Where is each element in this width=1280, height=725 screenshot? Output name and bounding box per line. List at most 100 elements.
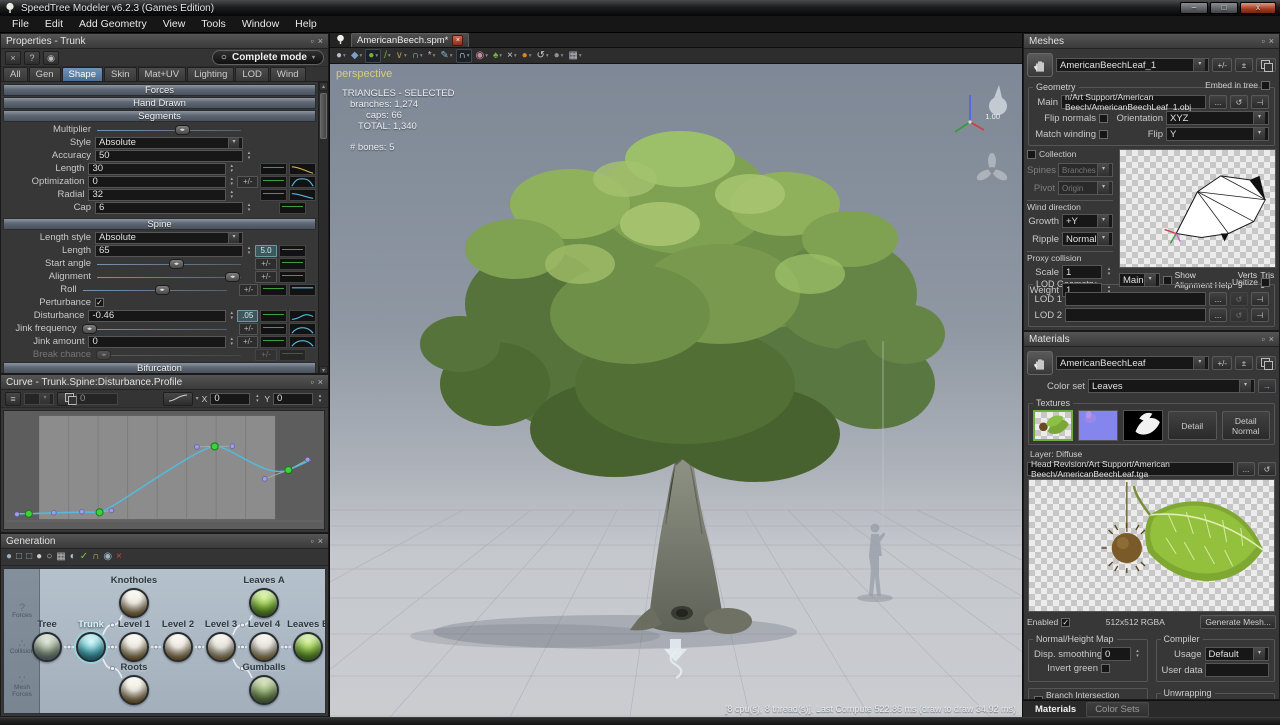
curve-preset-dropdown[interactable]: ▾ (24, 393, 54, 405)
curve-panel-titlebar[interactable]: Curve - Trunk.Spine:Disturbance.Profile … (1, 375, 328, 390)
tab-close-icon[interactable]: × (452, 35, 463, 46)
curve-menu-icon[interactable]: ≡ (5, 392, 21, 406)
apply-color-set-icon[interactable]: → (1258, 379, 1276, 393)
dice-icon[interactable]: ▦ (56, 550, 65, 564)
flip-dropdown[interactable]: Y▾ (1166, 127, 1269, 141)
scrollbar-thumb[interactable] (320, 93, 327, 139)
normal-texture-thumb[interactable] (1078, 410, 1118, 441)
variance-button[interactable]: +/- (255, 258, 277, 270)
profile-thumb[interactable] (279, 245, 306, 257)
spinner[interactable]: ▴▾ (228, 177, 235, 187)
draw-tool-icon[interactable]: ✎▾ (438, 49, 454, 63)
wand-icon[interactable]: ◐ (70, 550, 76, 564)
gen-node-level-4[interactable] (249, 632, 279, 662)
float-icon[interactable]: ▫ (311, 377, 314, 387)
usage-dropdown[interactable]: Default▾ (1205, 647, 1270, 661)
scroll-down-icon[interactable]: ▾ (319, 366, 328, 374)
cap-field[interactable]: 6 (95, 202, 243, 214)
spinner[interactable]: ▴▾ (245, 151, 253, 161)
curve-thumb[interactable] (289, 163, 316, 175)
gen-node-level-2[interactable] (163, 632, 193, 662)
viewport-canvas[interactable]: perspective TRIANGLES - SELECTED branche… (330, 64, 1022, 717)
sphere-icon[interactable]: ● (36, 550, 42, 564)
texture-path-field[interactable]: Head Revision/Art Support/American Beech… (1027, 462, 1234, 476)
multiplier-slider[interactable]: ◂▸ (95, 124, 243, 136)
fruit-tool-icon[interactable]: ●▾ (520, 49, 534, 63)
profile-thumb[interactable] (260, 284, 287, 296)
pivot-dropdown[interactable]: Origin▾ (1058, 181, 1113, 195)
new-node-icon[interactable]: ● (6, 550, 12, 564)
slider-handle-icon[interactable]: ◂▸ (175, 125, 190, 135)
maximize-button[interactable]: □ (1210, 2, 1238, 14)
section-spine[interactable]: Spine (3, 218, 316, 230)
spinner[interactable]: ▴▾ (228, 164, 235, 174)
browse-button[interactable]: ... (1237, 462, 1255, 476)
curve-y-field[interactable]: 0 (273, 393, 313, 405)
generate-mesh-button[interactable]: Generate Mesh... (1200, 615, 1276, 629)
gen-node-level-1[interactable] (119, 632, 149, 662)
collection-checkbox[interactable] (1027, 150, 1036, 159)
hierarchy-icon[interactable]: ◆▾ (349, 49, 364, 63)
variance-button[interactable]: +/- (255, 271, 277, 283)
perturbance-checkbox[interactable]: ✓ (95, 298, 104, 307)
menu-help[interactable]: Help (287, 17, 325, 31)
close-icon[interactable]: × (1269, 36, 1274, 46)
paint-tool-icon[interactable]: ◉▾ (473, 49, 490, 63)
menu-file[interactable]: File (4, 17, 37, 31)
lasso-select-icon[interactable]: □ (26, 550, 32, 564)
slider-handle-icon[interactable]: ◂▸ (82, 324, 97, 334)
connect-icon[interactable]: ⊣ (1251, 95, 1269, 109)
refresh-icon[interactable]: ↺ (1230, 292, 1248, 306)
accuracy-field[interactable]: 50 (95, 150, 243, 162)
close-icon[interactable]: × (318, 377, 323, 387)
gen-node-knotholes[interactable] (119, 588, 149, 618)
forces-item[interactable]: ?Forces (4, 605, 40, 619)
slider-handle-icon[interactable]: ◂▸ (169, 259, 184, 269)
gen-node-level-3[interactable] (206, 632, 236, 662)
refresh-icon[interactable]: ↺ (1230, 95, 1248, 109)
add-material-button[interactable]: ± (1235, 356, 1253, 370)
tab-gen[interactable]: Gen (29, 67, 61, 81)
detail-button[interactable]: Detail (1168, 411, 1217, 440)
eye-icon[interactable]: ◉ (43, 51, 59, 65)
tab-all[interactable]: All (3, 67, 28, 81)
tab-materials[interactable]: Materials (1027, 703, 1084, 716)
cap-tool-icon[interactable]: ∩▾ (410, 49, 425, 63)
tab-matuv[interactable]: Mat+UV (138, 67, 187, 81)
float-icon[interactable]: ▫ (1262, 334, 1265, 344)
start-angle-slider[interactable]: ◂▸ (95, 258, 243, 270)
curve-point[interactable] (211, 443, 218, 450)
gen-node-leaves-b[interactable] (293, 632, 323, 662)
curve-handle[interactable] (305, 457, 310, 462)
proxy-scale-field[interactable]: 1 (1062, 265, 1102, 279)
break-chance-slider[interactable]: ◂▸ (95, 349, 243, 361)
spinner[interactable]: ▴▾ (228, 337, 235, 347)
curve-thumb[interactable] (289, 284, 316, 296)
diffuse-texture-thumb[interactable] (1033, 410, 1073, 441)
variance-button[interactable]: +/- (239, 284, 258, 296)
drag-handle-button[interactable] (1027, 351, 1053, 375)
profile-thumb[interactable] (279, 271, 306, 283)
curve-handle[interactable] (109, 508, 114, 513)
spine-length-field[interactable]: 65 (95, 245, 243, 257)
length-style-dropdown[interactable]: Absolute▾ (95, 232, 243, 244)
browse-button[interactable]: ... (1209, 95, 1227, 109)
curve-handle[interactable] (52, 510, 57, 515)
variance-button[interactable]: +/- (255, 349, 277, 361)
add-mesh-button[interactable]: ± (1235, 58, 1253, 72)
magnet-tool-icon[interactable]: ∩▾ (456, 49, 473, 63)
close-button[interactable]: x (1240, 2, 1276, 14)
curve-thumb[interactable] (289, 310, 316, 322)
minimize-button[interactable]: – (1180, 2, 1208, 14)
invert-green-checkbox[interactable] (1101, 664, 1110, 673)
radial-field[interactable]: 32 (88, 189, 226, 201)
variance-button[interactable]: +/- (237, 336, 258, 348)
disp-smoothing-field[interactable]: 0 (1101, 647, 1131, 661)
jink-frequency-slider[interactable]: ◂▸ (81, 323, 229, 335)
user-data-field[interactable] (1205, 663, 1270, 677)
length-field[interactable]: 30 (88, 163, 226, 175)
profile-thumb[interactable] (279, 258, 306, 270)
spinner[interactable]: ▴▾ (245, 203, 253, 213)
spinner[interactable]: ▴▾ (1105, 267, 1113, 277)
browse-button[interactable]: ... (1209, 292, 1227, 306)
